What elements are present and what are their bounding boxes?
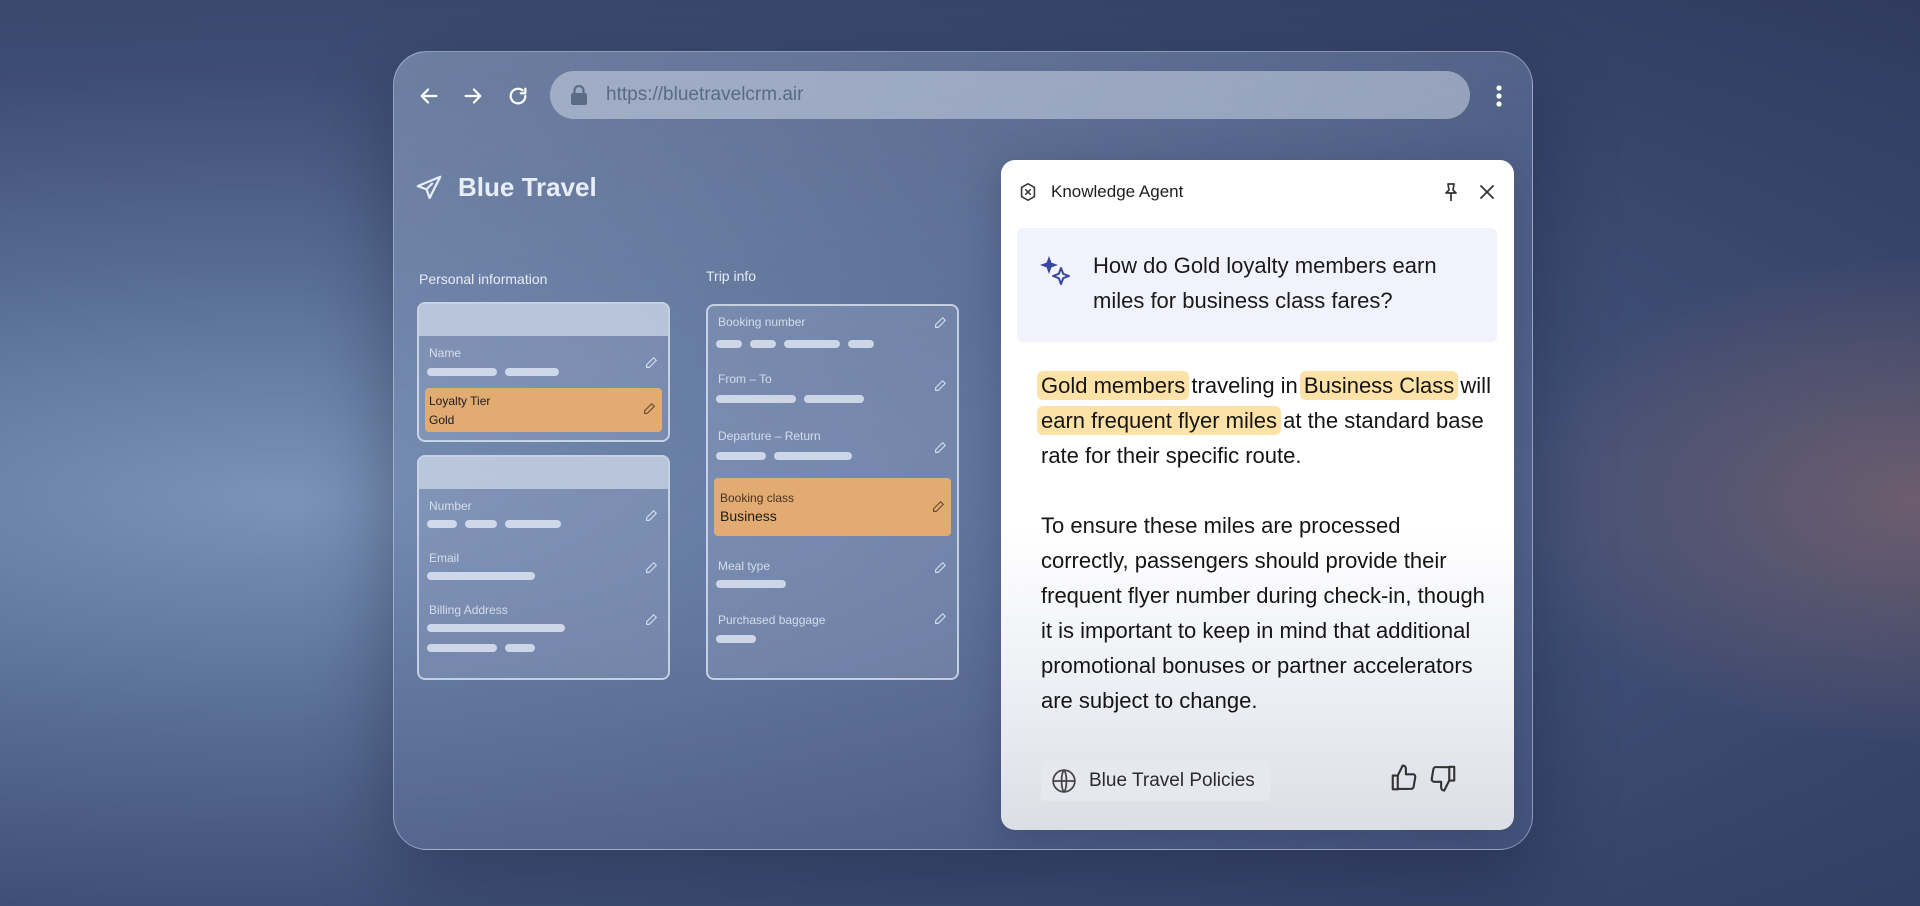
redacted-value <box>427 624 565 632</box>
answer-paragraph-2: To ensure these miles are processed corr… <box>1041 513 1485 713</box>
field-label: Number <box>429 499 472 513</box>
field-label: Billing Address <box>429 603 508 617</box>
field-label: Loyalty Tier <box>429 394 491 408</box>
from-to-field[interactable]: From – To <box>708 363 957 419</box>
question-text: How do Gold loyalty members earn miles f… <box>1093 253 1437 313</box>
pencil-icon[interactable] <box>642 402 656 416</box>
trip-card: Booking number From – To Departure – Ret… <box>706 304 959 680</box>
thumbs-down-icon[interactable] <box>1428 763 1458 793</box>
field-label: From – To <box>718 372 772 386</box>
pencil-icon[interactable] <box>644 509 658 523</box>
field-label: Email <box>429 551 460 565</box>
pencil-icon[interactable] <box>644 356 658 370</box>
redacted-value <box>427 368 559 376</box>
booking-class-value: Business <box>720 508 777 524</box>
highlighted-phrase: Business Class <box>1299 371 1459 400</box>
close-button[interactable] <box>1476 181 1498 203</box>
agent-logo-icon <box>1020 182 1036 202</box>
personal-card-name: Name Loyalty Tier Gold <box>417 302 670 442</box>
globe-icon <box>1052 769 1076 793</box>
browser-menu-button[interactable] <box>1484 74 1514 118</box>
name-field[interactable]: Name <box>419 336 668 386</box>
knowledge-agent-panel: Knowledge Agent How do Gold loyalty memb… <box>1001 160 1514 830</box>
highlighted-phrase: earn frequent flyer miles <box>1037 406 1281 435</box>
pin-button[interactable] <box>1440 181 1462 203</box>
pin-icon <box>1445 183 1457 201</box>
sparkle-icon <box>1040 256 1070 285</box>
address-bar[interactable]: https://bluetravelcrm.air <box>550 71 1470 119</box>
field-label: Meal type <box>718 559 771 573</box>
arrow-right-icon <box>464 88 482 104</box>
brand-name: Blue Travel <box>458 172 597 202</box>
redacted-value <box>716 452 852 460</box>
highlighted-phrase: Gold members <box>1037 371 1190 400</box>
field-label: Booking class <box>720 491 795 505</box>
thumbs-up-icon[interactable] <box>1389 763 1419 793</box>
field-label: Booking number <box>718 315 806 329</box>
personal-card-contact: Number Email Billing Address <box>417 455 670 680</box>
booking-class-field[interactable]: Booking class Business <box>714 478 951 536</box>
email-field[interactable]: Email <box>419 541 668 591</box>
meal-type-field[interactable]: Meal type <box>708 546 957 600</box>
personal-info-title: Personal information <box>419 271 548 287</box>
redacted-value <box>716 340 874 348</box>
agent-title: Knowledge Agent <box>1051 182 1184 201</box>
url-text: https://bluetravelcrm.air <box>606 84 804 105</box>
brand: Blue Travel <box>414 172 597 203</box>
billing-address-field[interactable]: Billing Address <box>419 593 668 673</box>
redacted-value <box>716 395 864 403</box>
pencil-icon[interactable] <box>644 613 658 627</box>
source-label: Blue Travel Policies <box>1089 770 1255 791</box>
field-label: Departure – Return <box>718 429 821 443</box>
number-field[interactable]: Number <box>419 489 668 539</box>
more-vertical-icon <box>1496 85 1502 107</box>
redacted-value <box>427 572 535 580</box>
field-label: Name <box>429 346 462 360</box>
agent-header: Knowledge Agent <box>1017 180 1498 204</box>
redacted-value <box>716 635 756 643</box>
loyalty-tier-value: Gold <box>429 413 455 427</box>
pencil-icon[interactable] <box>933 441 947 455</box>
pencil-icon[interactable] <box>933 561 947 575</box>
forward-button[interactable] <box>453 76 493 116</box>
answer-text: will <box>1454 373 1491 398</box>
booking-number-field[interactable]: Booking number <box>708 306 957 362</box>
lock-icon <box>571 85 587 105</box>
card-header <box>419 304 668 336</box>
departure-return-field[interactable]: Departure – Return <box>708 421 957 477</box>
reload-icon <box>509 87 527 105</box>
airplane-icon <box>416 175 442 199</box>
loyalty-tier-field[interactable]: Loyalty Tier Gold <box>425 388 662 432</box>
trip-info-title: Trip info <box>706 268 757 284</box>
source-chip[interactable]: Blue Travel Policies <box>1041 761 1271 801</box>
card-header <box>419 457 668 489</box>
arrow-left-icon <box>420 88 438 104</box>
redacted-value <box>427 644 535 652</box>
user-question: How do Gold loyalty members earn miles f… <box>1017 228 1497 342</box>
pencil-icon[interactable] <box>933 612 947 626</box>
purchased-baggage-field[interactable]: Purchased baggage <box>708 602 957 662</box>
background-glow <box>1500 250 1920 750</box>
pencil-icon[interactable] <box>933 316 947 330</box>
agent-answer: Gold members traveling in Business Class… <box>1037 368 1491 718</box>
reload-button[interactable] <box>498 76 538 116</box>
pencil-icon[interactable] <box>644 561 658 575</box>
pencil-icon[interactable] <box>931 500 945 514</box>
redacted-value <box>427 520 561 528</box>
answer-text: traveling in <box>1185 373 1304 398</box>
pencil-icon[interactable] <box>933 379 947 393</box>
answer-paragraph-1: Gold members traveling in Business Class… <box>1037 368 1491 473</box>
field-label: Purchased baggage <box>718 613 826 627</box>
browser-window: https://bluetravelcrm.air Blue Travel Pe… <box>393 51 1533 850</box>
redacted-value <box>716 580 786 588</box>
close-icon <box>1480 185 1494 199</box>
back-button[interactable] <box>409 76 449 116</box>
